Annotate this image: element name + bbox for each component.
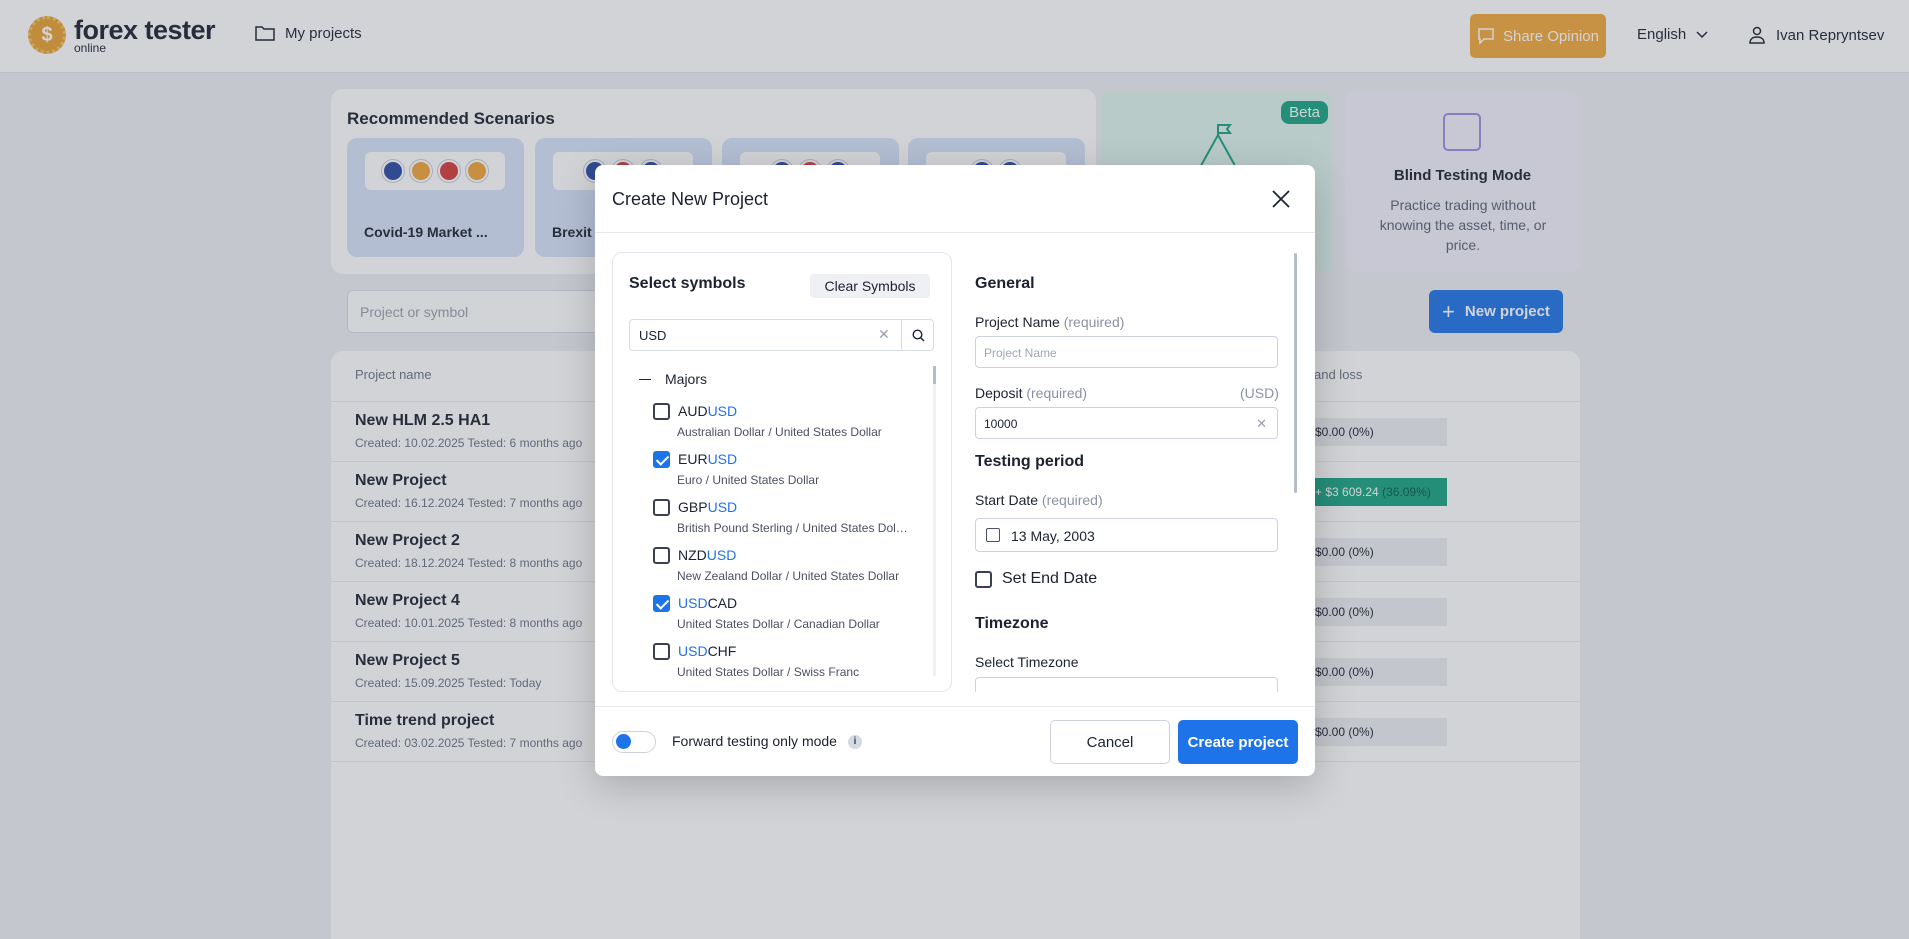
symbol-item-audusd[interactable]: AUDUSD Australian Dollar / United States… (653, 403, 923, 451)
project-name-input[interactable]: Project Name (975, 336, 1278, 368)
testing-period-title: Testing period (975, 453, 1085, 470)
clear-search-icon[interactable]: ✕ (878, 326, 890, 343)
modal-title: Create New Project (612, 189, 769, 209)
general-scrollbar[interactable] (1294, 253, 1297, 493)
symbol-code: EURUSD (678, 451, 738, 467)
start-date-value: 13 May, 2003 (1011, 528, 1095, 544)
set-end-date-checkbox[interactable] (975, 570, 992, 588)
symbols-panel: Select symbols Clear Symbols ✕ Majors AU… (612, 252, 952, 692)
symbol-description: United States Dollar / Swiss Franc (677, 665, 860, 679)
divider (595, 706, 1315, 707)
symbol-item-gbpusd[interactable]: GBPUSD British Pound Sterling / United S… (653, 499, 923, 547)
set-end-date-label: Set End Date (1002, 570, 1098, 587)
start-date-label: Start Date (required) (975, 492, 1103, 508)
clear-deposit-icon[interactable]: ✕ (1256, 416, 1267, 432)
symbol-item-eurusd[interactable]: EURUSD Euro / United States Dollar (653, 451, 923, 499)
symbol-checkbox[interactable] (653, 403, 670, 420)
symbols-title: Select symbols (629, 275, 746, 292)
info-icon[interactable]: i (848, 735, 862, 749)
forward-testing-label: Forward testing only mode (672, 733, 837, 749)
divider (595, 232, 1315, 233)
deposit-input[interactable]: 10000 ✕ (975, 407, 1278, 439)
select-timezone-label: Select Timezone (975, 654, 1079, 670)
symbol-code: USDCHF (678, 643, 737, 659)
symbols-scrollbar[interactable] (933, 366, 936, 676)
symbol-checkbox[interactable] (653, 547, 670, 564)
symbol-code: GBPUSD (678, 499, 738, 515)
symbol-description: British Pound Sterling / United States D… (677, 521, 909, 535)
create-project-button[interactable]: Create project (1178, 720, 1298, 764)
symbol-description: New Zealand Dollar / United States Dolla… (677, 569, 900, 583)
collapse-icon (639, 378, 651, 380)
symbol-code: NZDUSD (678, 547, 737, 563)
calendar-icon (986, 528, 1000, 542)
symbol-item-nzdusd[interactable]: NZDUSD New Zealand Dollar / United State… (653, 547, 923, 595)
general-title: General (975, 275, 1035, 292)
clear-symbols-button[interactable]: Clear Symbols (810, 274, 930, 298)
symbol-search-input[interactable] (631, 321, 891, 349)
symbol-code: AUDUSD (678, 403, 738, 419)
symbol-search-box: ✕ (629, 319, 934, 351)
symbol-description: Australian Dollar / United States Dollar (677, 425, 882, 439)
symbol-checkbox[interactable] (653, 499, 670, 516)
scrollbar-thumb[interactable] (933, 366, 936, 384)
symbol-checkbox[interactable] (653, 595, 670, 612)
create-project-modal: Create New Project Select symbols Clear … (595, 165, 1315, 776)
close-icon[interactable] (1269, 187, 1293, 211)
symbol-item-usdcad[interactable]: USDCAD United States Dollar / Canadian D… (653, 595, 923, 643)
timezone-select[interactable] (975, 677, 1278, 692)
general-settings-panel: General Project Name (required) Project … (975, 252, 1285, 692)
symbol-code: USDCAD (678, 595, 738, 611)
symbol-checkbox[interactable] (653, 643, 670, 660)
search-button[interactable] (901, 320, 934, 350)
timezone-title: Timezone (975, 615, 1049, 632)
start-date-picker[interactable]: 13 May, 2003 (975, 518, 1278, 552)
deposit-label: Deposit (required) (975, 385, 1088, 401)
search-icon (911, 328, 924, 341)
symbol-description: Euro / United States Dollar (677, 473, 820, 487)
group-label: Majors (665, 371, 708, 387)
cancel-button[interactable]: Cancel (1050, 720, 1170, 764)
toggle-knob (616, 734, 631, 749)
deposit-currency: (USD) (1240, 385, 1279, 401)
deposit-value: 10000 (984, 417, 1018, 431)
set-end-date-option[interactable]: Set End Date (975, 570, 1097, 588)
symbol-description: United States Dollar / Canadian Dollar (677, 617, 880, 631)
forward-testing-toggle[interactable] (612, 731, 656, 753)
symbol-checkbox[interactable] (653, 451, 670, 468)
group-majors-toggle[interactable]: Majors (639, 371, 707, 387)
project-name-label: Project Name (required) (975, 314, 1125, 330)
symbol-item-usdchf[interactable]: USDCHF United States Dollar / Swiss Fran… (653, 643, 923, 691)
